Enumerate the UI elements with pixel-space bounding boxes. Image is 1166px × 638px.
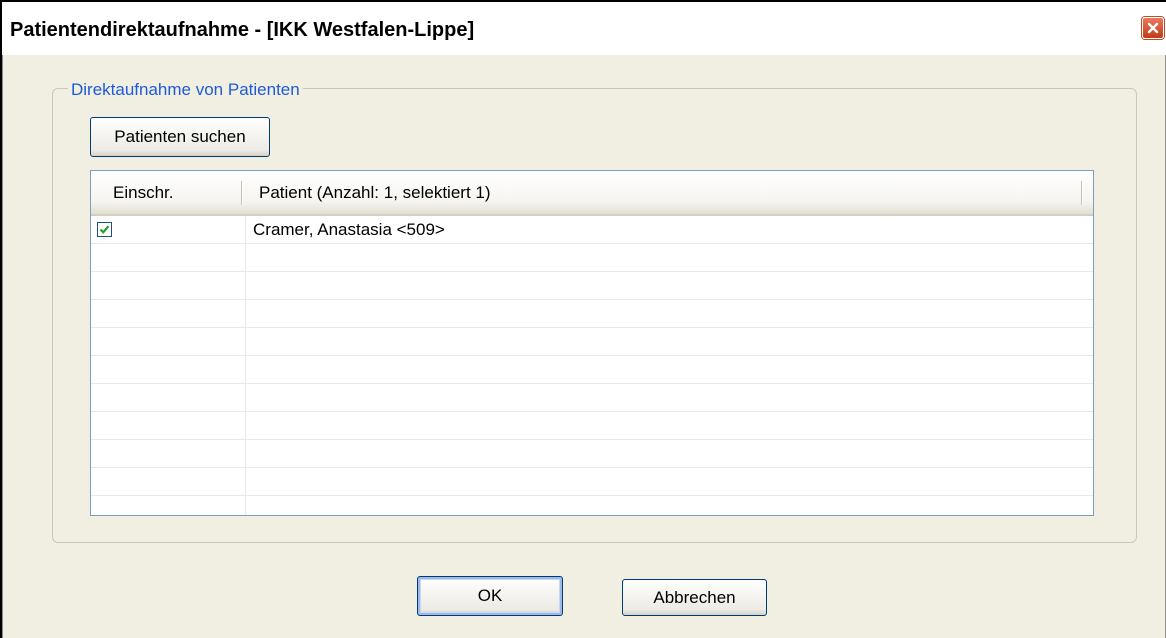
column-separator[interactable]	[1081, 181, 1083, 205]
column-header-patient[interactable]: Patient (Anzahl: 1, selektiert 1)	[259, 171, 491, 214]
title-bar[interactable]: Patientendirektaufnahme - [IKK Westfalen…	[2, 3, 1166, 55]
window-title: Patientendirektaufnahme - [IKK Westfalen…	[10, 19, 475, 41]
table-row[interactable]: Cramer, Anastasia <509>	[91, 216, 1093, 244]
restriction-checkbox[interactable]	[97, 222, 112, 237]
table-row[interactable]	[91, 440, 1093, 468]
table-row[interactable]	[91, 384, 1093, 412]
patient-name-cell: Cramer, Anastasia <509>	[253, 220, 445, 239]
cancel-button[interactable]: Abbrechen	[622, 579, 767, 616]
table-row[interactable]	[91, 356, 1093, 384]
table-row[interactable]	[91, 328, 1093, 356]
table-row[interactable]	[91, 412, 1093, 440]
groupbox-legend: Direktaufnahme von Patienten	[68, 80, 303, 100]
table-row[interactable]	[91, 272, 1093, 300]
ok-button[interactable]: OK	[417, 576, 563, 616]
table-row[interactable]	[91, 300, 1093, 328]
close-button[interactable]	[1142, 17, 1164, 39]
search-patients-button[interactable]: Patienten suchen	[90, 117, 270, 157]
table-row[interactable]	[91, 496, 1093, 515]
list-header: Einschr. Patient (Anzahl: 1, selektiert …	[91, 171, 1093, 216]
checkmark-icon	[99, 225, 110, 234]
column-separator[interactable]	[241, 181, 243, 205]
patient-listview[interactable]: Einschr. Patient (Anzahl: 1, selektiert …	[90, 170, 1094, 516]
column-header-einschr[interactable]: Einschr.	[113, 171, 173, 214]
table-row[interactable]	[91, 244, 1093, 272]
list-rows: Cramer, Anastasia <509>	[91, 216, 1093, 515]
close-icon	[1147, 22, 1159, 34]
table-row[interactable]	[91, 468, 1093, 496]
